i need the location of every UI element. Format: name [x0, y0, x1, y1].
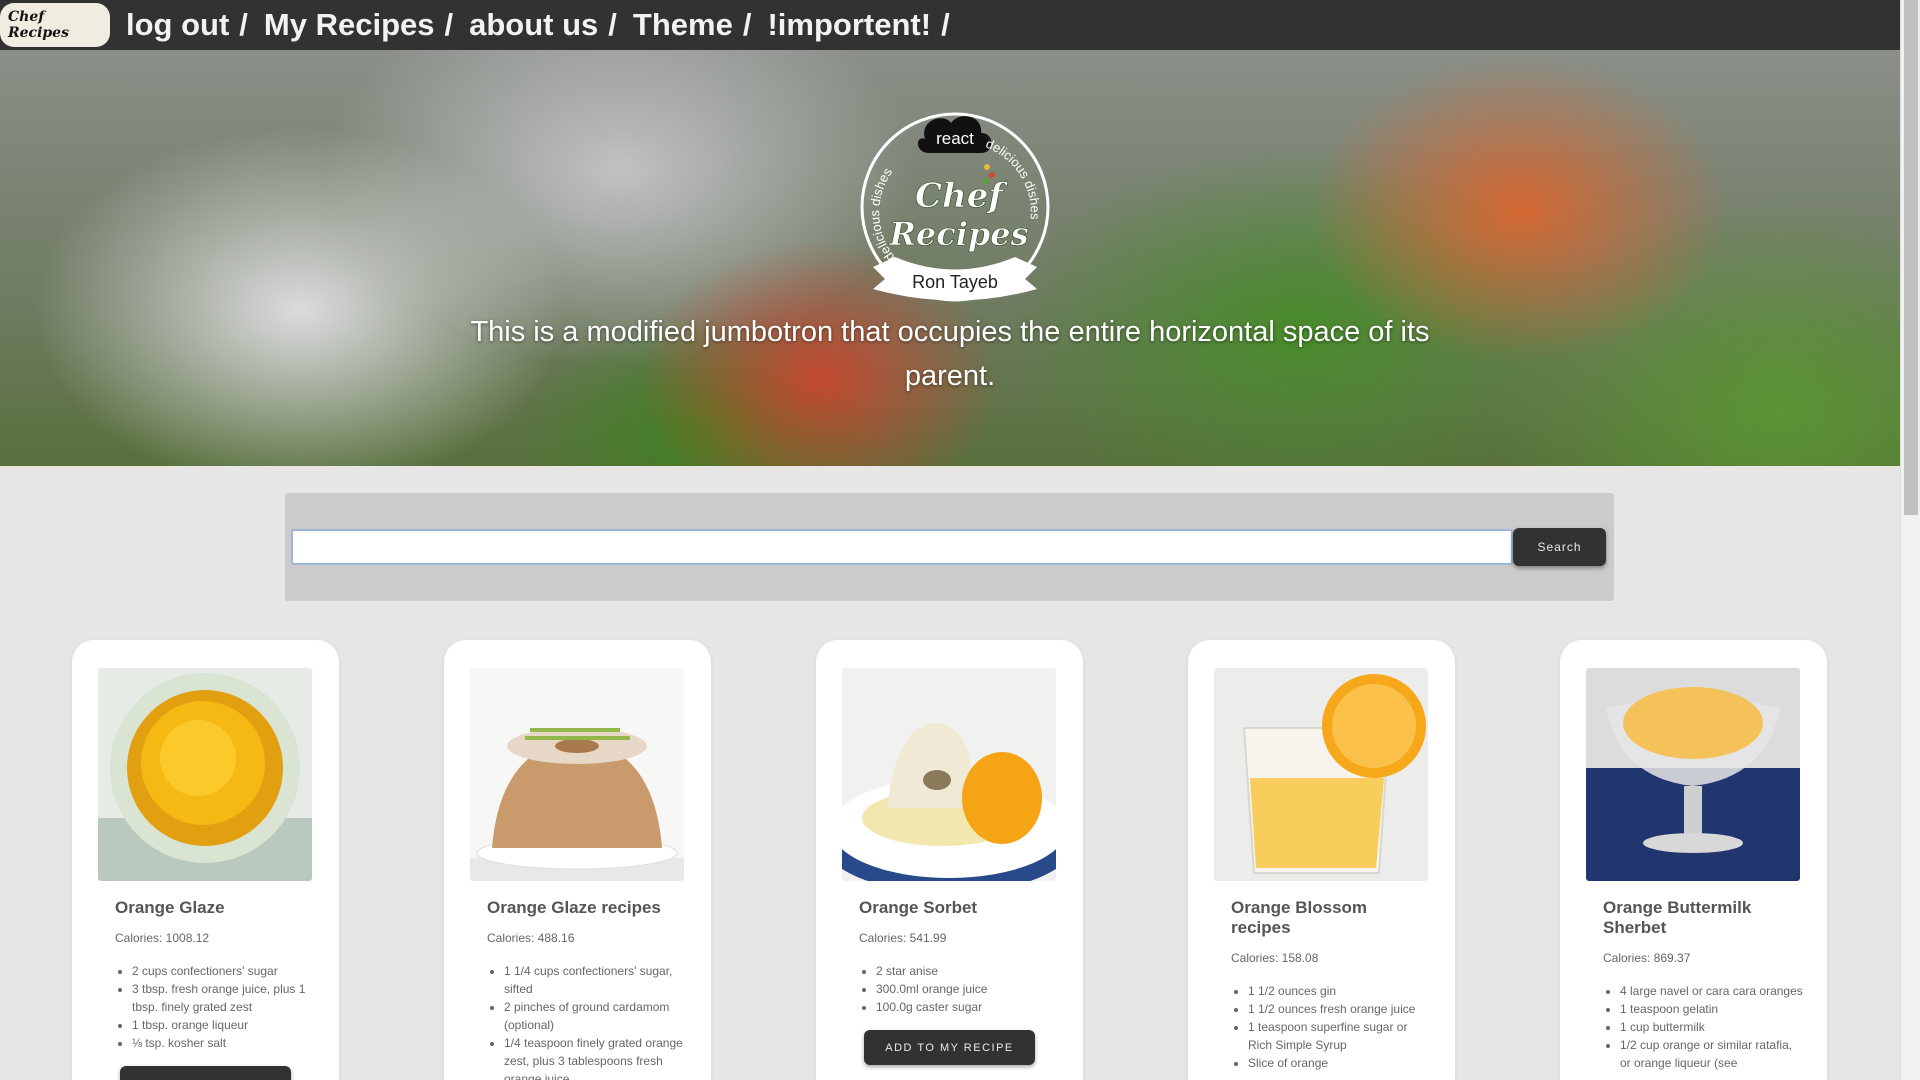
nav-link-importent[interactable]: !importent! /	[767, 7, 949, 43]
ingredient-item: 1 cup buttermilk	[1620, 1018, 1803, 1036]
logo-recipes-text: Recipes	[888, 215, 1028, 253]
ingredient-item: 2 cups confectioners' sugar	[132, 962, 315, 980]
nav-separator: /	[239, 7, 248, 42]
recipe-image-orange-buttermilk-sherbet[interactable]	[1586, 668, 1800, 881]
logo-react-text: react	[936, 129, 974, 148]
recipe-image-orange-glaze-recipes[interactable]	[470, 668, 684, 881]
ingredient-list: 2 cups confectioners' sugar 3 tbsp. fres…	[115, 962, 315, 1052]
nav-link-label: My Recipes	[263, 7, 435, 42]
nav-link-label: log out	[126, 7, 230, 42]
recipe-card-body: Orange Sorbet Calories: 541.99 2 star an…	[859, 898, 1059, 1065]
ingredient-list: 4 large navel or cara cara oranges 1 tea…	[1603, 982, 1803, 1072]
recipe-card-body: Orange Buttermilk Sherbet Calories: 869.…	[1603, 898, 1803, 1072]
nav-link-log-out[interactable]: log out /	[126, 7, 248, 43]
nav-link-my-recipes[interactable]: My Recipes /	[264, 7, 453, 43]
recipe-image-orange-glaze[interactable]	[98, 668, 312, 881]
nav-link-label: !importent!	[767, 7, 932, 42]
recipe-calories: Calories: 158.08	[1231, 951, 1319, 965]
logo-chef-text: Chef	[915, 176, 1008, 216]
brand-logo[interactable]: Chef Recipes	[0, 0, 110, 50]
ingredient-list: 1 1/2 ounces gin 1 1/2 ounces fresh oran…	[1231, 982, 1431, 1072]
add-to-my-recipe-button[interactable]	[120, 1066, 291, 1080]
ingredient-item: 1 teaspoon gelatin	[1620, 1000, 1803, 1018]
chef-recipes-logo: react delicious dishes delicious dishes …	[860, 112, 1050, 302]
nav-separator: /	[444, 7, 454, 42]
recipe-title: Orange Buttermilk Sherbet	[1603, 898, 1752, 937]
nav-link-about-us[interactable]: about us /	[469, 7, 617, 43]
scrollbar-thumb[interactable]	[1904, 0, 1918, 515]
recipe-card: Orange Glaze Calories: 1008.12 2 cups co…	[72, 640, 339, 1080]
ingredient-item: 4 large navel or cara cara oranges	[1620, 982, 1803, 1000]
nav-separator: /	[941, 7, 950, 42]
recipe-calories: Calories: 488.16	[487, 931, 575, 945]
ingredient-item: 1 1/4 cups confectioners' sugar, sifted	[504, 962, 687, 998]
recipe-card: Orange Sorbet Calories: 541.99 2 star an…	[816, 640, 1083, 1080]
recipe-card: Orange Buttermilk Sherbet Calories: 869.…	[1560, 640, 1827, 1080]
ingredient-item: 3 tbsp. fresh orange juice, plus 1 tbsp.…	[132, 980, 315, 1016]
recipe-card-body: Orange Blossom recipes Calories: 158.08 …	[1231, 898, 1431, 1072]
nav-links: log out / My Recipes / about us / Theme / !i…	[110, 7, 950, 43]
search-button[interactable]: Search	[1513, 528, 1606, 566]
brand-logo-text: Chef Recipes	[0, 3, 110, 47]
ingredient-item: 2 star anise	[876, 962, 1059, 980]
ingredient-item: 1 1/2 ounces gin	[1248, 982, 1431, 1000]
ingredient-list: 2 star anise 300.0ml orange juice 100.0g…	[859, 962, 1059, 1016]
add-to-my-recipe-button[interactable]: ADD TO MY RECIPE	[864, 1030, 1035, 1065]
recipe-title: Orange Glaze recipes	[487, 898, 661, 917]
ingredient-item: Slice of orange	[1248, 1054, 1431, 1072]
recipe-card: Orange Blossom recipes Calories: 158.08 …	[1188, 640, 1455, 1080]
recipe-calories: Calories: 869.37	[1603, 951, 1691, 965]
ingredient-item: 1/2 cup orange or similar ratafia, or or…	[1620, 1036, 1803, 1072]
recipe-card-body: Orange Glaze recipes Calories: 488.16 1 …	[487, 898, 687, 1080]
ingredient-item: ⅛ tsp. kosher salt	[132, 1034, 315, 1052]
recipe-title: Orange Blossom recipes	[1231, 898, 1368, 937]
page-scrollbar[interactable]	[1900, 0, 1920, 1080]
ingredient-item: 1/4 teaspoon finely grated orange zest, …	[504, 1034, 687, 1080]
recipe-card: Orange Glaze recipes Calories: 488.16 1 …	[444, 640, 711, 1080]
nav-separator: /	[742, 7, 752, 42]
ingredient-item: 2 pinches of ground cardamom (optional)	[504, 998, 687, 1034]
recipe-title: Orange Glaze	[115, 898, 225, 917]
ingredient-item: 1 1/2 ounces fresh orange juice	[1248, 1000, 1431, 1018]
ingredient-item: 1 tbsp. orange liqueur	[132, 1016, 315, 1034]
ingredient-list: 1 1/4 cups confectioners' sugar, sifted …	[487, 962, 687, 1080]
nav-link-theme[interactable]: Theme /	[633, 7, 752, 43]
recipe-image-orange-blossom[interactable]	[1214, 668, 1428, 881]
ingredient-item: 100.0g caster sugar	[876, 998, 1059, 1016]
ingredient-item: 1 teaspoon superfine sugar or Rich Simpl…	[1248, 1018, 1431, 1054]
nav-link-label: about us	[469, 7, 599, 42]
ingredient-item: 300.0ml orange juice	[876, 980, 1059, 998]
search-panel: Search	[285, 493, 1614, 601]
jumbotron-hero: react delicious dishes delicious dishes …	[0, 50, 1900, 466]
search-input[interactable]	[291, 529, 1513, 565]
recipe-card-body: Orange Glaze Calories: 1008.12 2 cups co…	[115, 898, 315, 1080]
logo-ribbon-text: Ron Tayeb	[912, 272, 998, 292]
recipe-calories: Calories: 541.99	[859, 931, 947, 945]
recipe-title: Orange Sorbet	[859, 898, 978, 917]
nav-separator: /	[608, 7, 617, 42]
jumbotron-text: This is a modified jumbotron that occupi…	[470, 316, 1430, 392]
recipe-image-orange-sorbet[interactable]	[842, 668, 1056, 881]
top-navbar: Chef Recipes log out / My Recipes / about …	[0, 0, 1900, 50]
nav-link-label: Theme	[632, 7, 733, 42]
recipe-calories: Calories: 1008.12	[115, 931, 210, 945]
